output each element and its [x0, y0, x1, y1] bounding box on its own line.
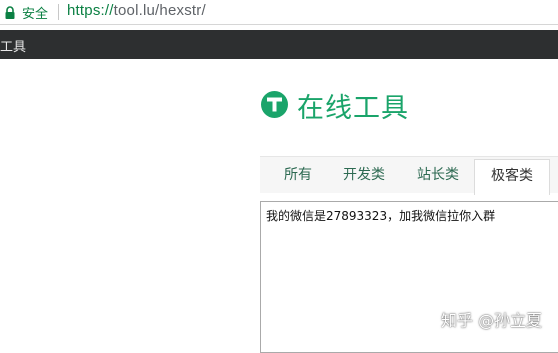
watermark: 知乎 @孙立夏	[441, 311, 543, 330]
address-bar[interactable]: 安全 https://tool.lu/hexstr/	[0, 0, 558, 25]
bookmarks-bar: 工具	[0, 30, 558, 59]
tab-geek[interactable]: 极客类	[474, 159, 550, 195]
lock-icon	[4, 5, 16, 19]
bookmark-item-tools[interactable]: 工具	[0, 36, 26, 55]
tab-webmaster[interactable]: 站长类	[406, 157, 470, 193]
address-divider	[58, 4, 59, 20]
secure-label: 安全	[22, 7, 49, 22]
url-path: tool.lu/hexstr/	[113, 2, 206, 19]
tab-dev[interactable]: 开发类	[332, 157, 396, 193]
category-tabs: 所有 开发类 站长类 极客类	[260, 156, 558, 195]
url-text[interactable]: https://tool.lu/hexstr/	[67, 2, 206, 19]
t-logo-icon[interactable]	[261, 91, 288, 118]
url-scheme: https://	[67, 2, 114, 19]
tab-all[interactable]: 所有	[268, 157, 328, 193]
textarea-value: 我的微信是27893323，加我微信拉你入群	[266, 209, 496, 223]
site-title[interactable]: 在线工具	[297, 86, 409, 125]
